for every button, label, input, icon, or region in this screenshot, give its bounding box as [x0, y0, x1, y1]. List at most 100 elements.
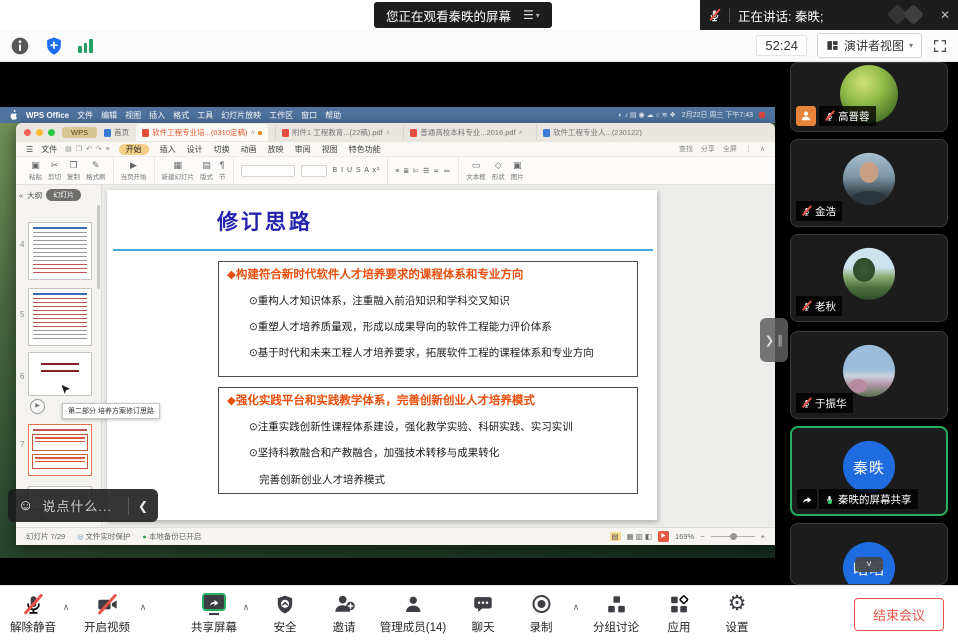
- doc-tab-active[interactable]: 软件工程专业培...(0310定稿) ∧: [136, 124, 268, 141]
- meeting-info-icon[interactable]: [10, 36, 30, 56]
- ribbon-tab-slideshow[interactable]: 放映: [268, 144, 284, 155]
- outline-tab[interactable]: 大纲: [27, 190, 42, 201]
- chat-button[interactable]: 聊天: [472, 593, 495, 635]
- close-icon[interactable]: ✕: [940, 8, 950, 22]
- zoom-in-icon[interactable]: +: [761, 532, 765, 541]
- zoom-out-icon[interactable]: −: [700, 532, 704, 541]
- paragraph-align-buttons[interactable]: ≡ ≣ ⊨ ☰ ≍ ≔: [395, 167, 451, 175]
- ribbon-tab-insert[interactable]: 插入: [160, 144, 176, 155]
- window-traffic-lights[interactable]: [24, 129, 55, 136]
- participant-tile-yuzhenhua[interactable]: 于振华: [790, 331, 948, 419]
- security-shield-icon[interactable]: [44, 36, 64, 56]
- start-video-button[interactable]: 开启视频: [84, 593, 130, 635]
- manage-members-button[interactable]: 管理成员(14): [380, 593, 446, 635]
- participant-tile-jinhao[interactable]: 金浩: [790, 139, 948, 227]
- doc-tab-pdf-1[interactable]: 附件1 工程教育...(22稿).pdf ∧: [275, 125, 396, 140]
- view-mode-button[interactable]: 演讲者视图 ▾: [817, 33, 922, 58]
- slide-layout-button[interactable]: ▤ 版式: [200, 161, 213, 181]
- view-mode-icons[interactable]: ▦ ▥ ◧: [627, 532, 652, 541]
- font-size-select[interactable]: [301, 165, 327, 177]
- play-from-current-button[interactable]: ▶ 当页开始: [121, 161, 147, 181]
- ribbon-fullscreen-button[interactable]: 全屏: [723, 144, 737, 154]
- participant-name-label: 金浩: [796, 201, 842, 221]
- menu-tools[interactable]: 工具: [197, 110, 213, 121]
- ribbon-collapse-icon[interactable]: ∧: [760, 145, 765, 153]
- breakout-rooms-button[interactable]: 分组讨论: [593, 593, 639, 635]
- font-style-buttons[interactable]: B I U S A x²: [333, 167, 381, 174]
- unmute-button[interactable]: 解除静音: [10, 593, 56, 635]
- security-button[interactable]: 安全: [274, 593, 297, 635]
- participant-tile-gaojinrong[interactable]: 高晋蓉: [790, 62, 948, 132]
- ribbon-tab-design[interactable]: 设计: [187, 144, 203, 155]
- quick-access-icons[interactable]: ▤ ❐ ↶ ↷ ≡: [65, 145, 110, 153]
- menu-insert[interactable]: 插入: [149, 110, 165, 121]
- menu-window[interactable]: 窗口: [301, 110, 317, 121]
- share-options-caret[interactable]: ∧: [243, 602, 250, 613]
- ribbon-share-button[interactable]: 分享: [701, 144, 715, 154]
- panel-scrollbar[interactable]: [97, 205, 100, 289]
- format-painter-button[interactable]: ✎ 格式刷: [86, 161, 106, 181]
- fullscreen-icon[interactable]: [932, 38, 948, 54]
- menu-workspace[interactable]: 工作区: [269, 110, 293, 121]
- ribbon-tab-animation[interactable]: 动画: [241, 144, 257, 155]
- emoji-icon[interactable]: ☺: [18, 497, 33, 514]
- menu-help[interactable]: 帮助: [325, 110, 341, 121]
- ribbon-file-button[interactable]: 文件: [41, 144, 57, 155]
- font-family-select[interactable]: [241, 165, 295, 177]
- banner-menu-icon[interactable]: ☰ ▾: [523, 8, 540, 22]
- scroll-participants-icon[interactable]: ˅: [855, 557, 883, 572]
- menu-edit[interactable]: 编辑: [101, 110, 117, 121]
- ribbon-menu-icon[interactable]: ☰: [26, 145, 33, 154]
- cut-button[interactable]: ✂ 剪切: [48, 161, 61, 181]
- menu-format[interactable]: 格式: [173, 110, 189, 121]
- pdf-file-icon: [282, 129, 289, 137]
- network-signal-icon[interactable]: [78, 39, 93, 53]
- play-slideshow-icon[interactable]: ▶: [30, 399, 45, 414]
- record-button[interactable]: 录制: [530, 593, 553, 635]
- menu-slideshow[interactable]: 幻灯片放映: [221, 110, 261, 121]
- sidebar-collapse-handle[interactable]: ❯ ∥: [760, 318, 788, 362]
- panel-collapse-icon[interactable]: «: [19, 191, 23, 200]
- slide-thumbnail-4[interactable]: [28, 222, 92, 280]
- menu-file[interactable]: 文件: [77, 110, 93, 121]
- invite-button[interactable]: 邀请: [333, 593, 356, 635]
- record-options-caret[interactable]: ∧: [573, 602, 580, 613]
- slide-thumbnail-5[interactable]: [28, 288, 92, 346]
- video-options-caret[interactable]: ∧: [140, 602, 147, 613]
- textbox-button[interactable]: ▭ 文本框: [466, 161, 486, 181]
- slideshow-play-icon[interactable]: ▶: [658, 531, 669, 542]
- ribbon-tab-view[interactable]: 视图: [322, 144, 338, 155]
- ribbon-find-button[interactable]: 查找: [679, 144, 693, 154]
- copy-button[interactable]: ❐ 复制: [67, 161, 80, 181]
- slides-tab[interactable]: 幻灯片: [46, 189, 81, 201]
- doc-tab-pdf-2[interactable]: 普通高校本科专业...2016.pdf ∧: [403, 125, 529, 140]
- doc-tab-doc[interactable]: 软件工程专业人...(230122): [536, 125, 648, 140]
- ribbon-tab-transition[interactable]: 切换: [214, 144, 230, 155]
- slide-thumbnail-7-selected[interactable]: [28, 424, 92, 476]
- menu-view[interactable]: 视图: [125, 110, 141, 121]
- participant-tile-laoqiu[interactable]: 老秋: [790, 234, 948, 322]
- menubar-status-icons[interactable]: ◐ ♪ ▤ ◉ ☁ ○ ≋ ❖: [618, 111, 675, 119]
- collapse-chat-icon[interactable]: ❮: [138, 499, 148, 513]
- wps-brand-tab[interactable]: WPS: [62, 127, 97, 138]
- chat-input-placeholder[interactable]: 说点什么...: [42, 496, 112, 515]
- ribbon-more-icon[interactable]: ⋮: [745, 145, 752, 153]
- section-button[interactable]: ¶ 节: [219, 161, 226, 181]
- shape-button[interactable]: ◇ 形状: [492, 161, 505, 181]
- participant-tile-zhaozhao[interactable]: 昭昭: [790, 523, 948, 585]
- view-normal-icon[interactable]: ▤: [610, 532, 621, 541]
- ribbon-tab-features[interactable]: 特色功能: [349, 144, 381, 155]
- paste-button[interactable]: ▣ 粘贴: [29, 161, 42, 181]
- end-meeting-button[interactable]: 结束会议: [854, 598, 944, 631]
- new-slide-button[interactable]: ▦ 新建幻灯片: [162, 161, 195, 181]
- ribbon-tab-home[interactable]: 开始: [119, 144, 149, 155]
- ribbon-tab-review[interactable]: 审阅: [295, 144, 311, 155]
- zoom-slider[interactable]: [711, 536, 755, 537]
- share-screen-button[interactable]: 共享屏幕: [191, 593, 237, 635]
- apps-button[interactable]: 应用: [668, 593, 691, 635]
- settings-button[interactable]: ⚙ 设置: [726, 593, 749, 635]
- participant-tile-qinyi-sharing[interactable]: 秦昳 秦昳的屏幕共享: [790, 426, 948, 516]
- wps-home-tab[interactable]: 首页: [104, 127, 129, 138]
- unmute-options-caret[interactable]: ∧: [63, 602, 70, 613]
- picture-button[interactable]: ▣ 图片: [511, 161, 524, 181]
